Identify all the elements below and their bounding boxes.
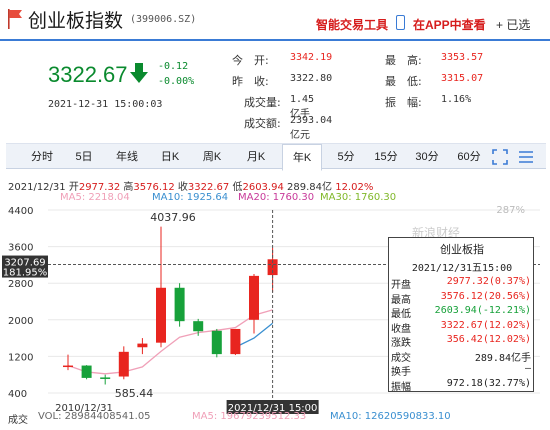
popup-row: 最高 3576.12(20.56%) — [389, 290, 535, 306]
current-price: 3322.67 — [48, 62, 128, 87]
tab-60min[interactable]: 60分 — [448, 144, 490, 170]
candle-2019 — [230, 328, 241, 356]
popup-row: 开盘 2977.32(0.37%) — [389, 276, 535, 291]
tab-monthly-k[interactable]: 月K — [234, 144, 278, 170]
popup-row-value: 356.42(12.02%) — [446, 334, 531, 345]
popup-row-key: 开盘 — [391, 280, 411, 291]
candle-2016 — [174, 283, 185, 327]
popup-row: 收盘 3322.67(12.02%) — [389, 319, 535, 335]
candle-2012 — [100, 374, 111, 385]
y-tick-label: 400 — [8, 389, 27, 400]
volume-ma5: MA5: 19679239512.33 — [192, 411, 307, 422]
popup-row: 振幅 972.18(32.77%) — [389, 377, 535, 393]
max-label: 4037.96 — [150, 211, 196, 224]
popup-row: 最低 2603.94(-12.21%) — [389, 305, 535, 320]
popup-row: 成交 289.84亿手 — [389, 349, 535, 364]
popup-row-key: 最低 — [391, 309, 411, 320]
price-change: -0.12 — [158, 61, 189, 72]
popup-row-value: 3576.12(20.56%) — [440, 290, 531, 302]
popup-row-key: 最高 — [391, 294, 411, 306]
candle-2013 — [118, 346, 129, 380]
tab-weekly-k[interactable]: 周K — [190, 144, 234, 170]
header-divider — [0, 39, 550, 41]
y-tick-label: 4400 — [8, 206, 33, 217]
ma20-legend: MA20: 1760.30 — [238, 192, 315, 203]
smart-trade-tool-link[interactable]: 智能交易工具 — [316, 16, 388, 33]
y-tick-label: 2000 — [8, 316, 33, 327]
volume-ma10: MA10: 12620590833.10 — [330, 411, 451, 422]
header: 创业板指数 (399006.SZ) 智能交易工具 在APP中查看 + 已选 — [0, 0, 550, 41]
cursor-value: 3207.69 — [4, 258, 45, 269]
candle-2020 — [249, 274, 259, 334]
candle-2010 — [63, 354, 73, 371]
ma5-legend: MA5: 2218.04 — [60, 192, 130, 203]
candle-2021 — [267, 247, 278, 293]
candle-2011 — [81, 365, 92, 380]
tab-daily-k[interactable]: 日K — [150, 144, 190, 170]
popup-row-key: 成交 — [391, 352, 411, 364]
ma10-line — [235, 322, 274, 348]
ohlc-date: 2021/12/31 — [8, 182, 66, 193]
popup-row-value: 3322.67(12.02%) — [440, 319, 531, 331]
popup-row: 换手 — — [389, 363, 535, 378]
tab-5day[interactable]: 5日 — [64, 144, 104, 170]
tab-yearly-k[interactable]: 年K — [282, 144, 322, 171]
y-tick-label: 3600 — [8, 243, 33, 254]
menu-icon[interactable] — [518, 149, 534, 165]
tooltip-popup: 创业板指 2021/12/31五15:00 开盘 2977.32(0.37%) 最高… — [388, 237, 535, 393]
tab-30min[interactable]: 30分 — [406, 144, 448, 170]
phone-icon — [396, 15, 405, 30]
popup-row-key: 换手 — [391, 367, 411, 378]
tab-5min[interactable]: 5分 — [326, 144, 366, 170]
volume-value: VOL: 28984408541.05 — [38, 411, 151, 422]
quote-time: 2021-12-31 15:00:03 — [48, 99, 163, 110]
price-change-pct: -0.00% — [158, 76, 195, 87]
view-in-app-link[interactable]: 在APP中查看 — [413, 16, 486, 33]
popup-row-key: 振幅 — [391, 381, 411, 393]
y-tick-label: 2800 — [8, 279, 33, 290]
popup-date: 2021/12/31五15:00 — [411, 263, 513, 274]
ma30-legend: MA30: 1760.30 — [320, 192, 397, 203]
popup-row-value: 2603.94(-12.21%) — [434, 305, 531, 316]
ma5-line — [67, 309, 273, 375]
tab-fenshi[interactable]: 分时 — [20, 144, 64, 170]
candle-2017 — [193, 318, 204, 336]
candle-2018 — [211, 328, 222, 358]
y-tick-label: 1200 — [8, 352, 33, 363]
popup-row-value: 972.18(32.77%) — [446, 377, 531, 389]
candle-2015 — [156, 226, 166, 348]
ma10-legend: MA10: 1925.64 — [152, 192, 229, 203]
popup-row-value: 2977.32(0.37%) — [446, 276, 531, 287]
arrow-down-icon — [130, 63, 148, 83]
index-code: (399006.SZ) — [130, 14, 197, 25]
ohlc-info: 2021/12/31 开2977.32 高3576.12 收3322.67 低2… — [8, 182, 374, 193]
added-watchlist-button[interactable]: + 已选 — [496, 16, 530, 33]
popup-row: 涨跌 356.42(12.02%) — [389, 334, 535, 349]
tab-15min[interactable]: 15分 — [366, 144, 406, 170]
cursor-pct: 181.95% — [3, 268, 48, 279]
flag-icon — [8, 9, 22, 29]
page-title: 创业板指数 — [28, 10, 124, 32]
popup-row-key: 收盘 — [391, 323, 411, 335]
popup-row-value: — — [524, 363, 531, 374]
popup-title: 创业板指 — [440, 244, 484, 256]
tab-year-line[interactable]: 年线 — [104, 144, 150, 170]
popup-row-key: 涨跌 — [391, 338, 411, 349]
cursor-value-box — [2, 255, 48, 278]
popup-row-value: 289.84亿手 — [474, 352, 531, 364]
min-label: 585.44 — [115, 387, 154, 400]
volume-label: 成交 — [8, 415, 28, 426]
candle-2014 — [137, 338, 148, 355]
period-tabs: 分时 5日 年线 日K 周K 月K 年K 5分 15分 30分 60分 — [6, 143, 546, 171]
right-top-label: 287% — [496, 205, 525, 216]
fullscreen-icon[interactable] — [492, 149, 508, 165]
